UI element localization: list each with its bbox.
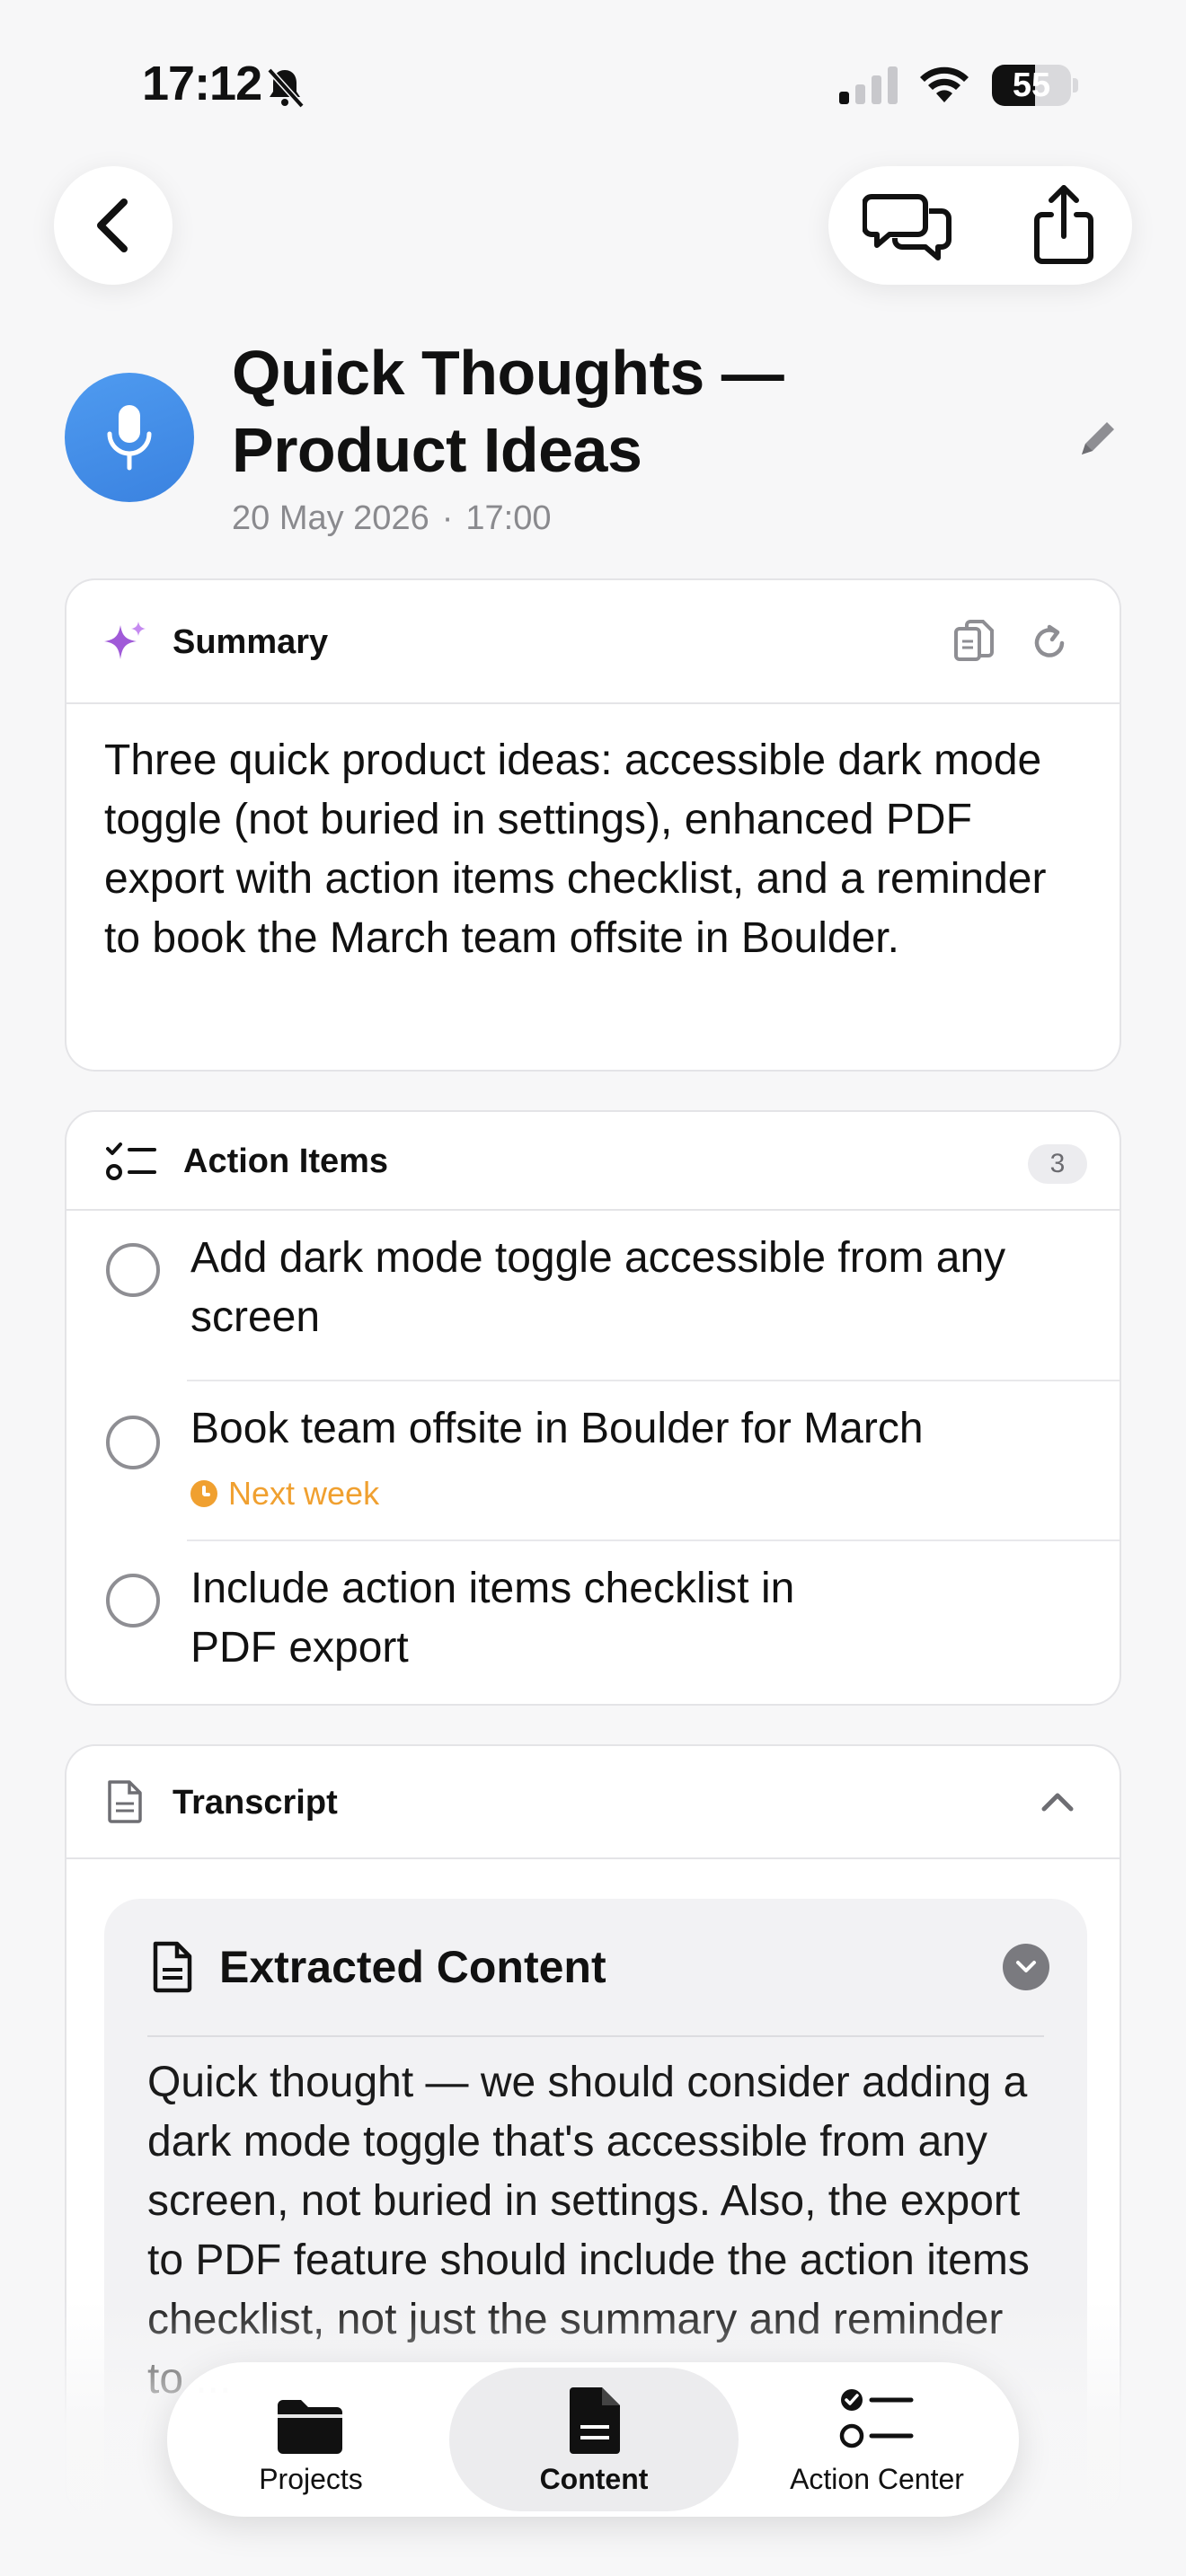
action-items-title: Action Items bbox=[183, 1142, 389, 1180]
checklist-icon bbox=[106, 1142, 156, 1180]
summary-header: Summary bbox=[66, 580, 1120, 704]
meta-separator: · bbox=[441, 499, 454, 537]
checkbox[interactable] bbox=[106, 1416, 160, 1469]
action-item-text: Book team offsite in Boulder for March bbox=[190, 1405, 924, 1452]
summary-title: Summary bbox=[173, 623, 329, 661]
wifi-icon bbox=[920, 66, 969, 102]
sparkles-icon bbox=[104, 622, 146, 659]
action-item[interactable]: Book team offsite in Boulder for March N… bbox=[66, 1381, 1120, 1541]
document-icon bbox=[108, 1780, 142, 1823]
status-bar: 17:12 55 bbox=[0, 0, 1186, 171]
recording-avatar bbox=[65, 373, 194, 502]
header-actions bbox=[828, 166, 1132, 285]
document-icon bbox=[570, 2387, 620, 2454]
page-title-line2: Product Ideas bbox=[232, 415, 642, 485]
collapse-button[interactable] bbox=[1003, 1944, 1049, 1990]
tab-bar: Projects Content Action Center bbox=[167, 2362, 1019, 2517]
action-item-text: Add dark mode toggle accessible from any… bbox=[190, 1234, 1006, 1341]
action-items-header: Action Items 3 bbox=[66, 1112, 1120, 1211]
checkbox[interactable] bbox=[106, 1574, 160, 1628]
action-items-count: 3 bbox=[1028, 1144, 1087, 1184]
folder-icon bbox=[278, 2400, 342, 2454]
due-badge: Next week bbox=[190, 1475, 379, 1513]
summary-text: Three quick product ideas: accessible da… bbox=[104, 737, 1047, 962]
tab-label: Content bbox=[539, 2463, 649, 2495]
document-icon bbox=[153, 1941, 192, 1993]
cellular-signal-icon bbox=[839, 66, 898, 104]
recording-meta: 20 May 2026 · 17:00 bbox=[232, 499, 551, 538]
clock-icon bbox=[190, 1480, 217, 1507]
action-item[interactable]: Include action items checklist in PDF ex… bbox=[66, 1541, 1120, 1704]
extracted-content-header[interactable]: Extracted Content bbox=[104, 1899, 1087, 2035]
battery-level: 55 bbox=[1012, 66, 1051, 104]
action-items-card: Action Items 3 Add dark mode toggle acce… bbox=[65, 1110, 1121, 1706]
chevron-down-icon bbox=[1016, 1961, 1036, 1972]
tab-action-center[interactable]: Action Center bbox=[751, 2362, 1003, 2517]
extracted-content-title: Extracted Content bbox=[219, 1942, 606, 1992]
page-title-line1: Quick Thoughts — bbox=[232, 338, 784, 408]
recording-time: 17:00 bbox=[465, 499, 552, 537]
transcript-header[interactable]: Transcript bbox=[66, 1746, 1120, 1859]
status-time: 17:12 bbox=[142, 57, 262, 110]
chevron-up-icon[interactable] bbox=[1037, 1786, 1078, 1818]
back-button[interactable] bbox=[54, 166, 173, 285]
pencil-icon[interactable] bbox=[1075, 415, 1121, 462]
recording-date: 20 May 2026 bbox=[232, 499, 429, 537]
divider bbox=[147, 2035, 1044, 2037]
refresh-icon[interactable] bbox=[1030, 622, 1071, 663]
due-label: Next week bbox=[228, 1475, 380, 1512]
transcript-title: Transcript bbox=[173, 1784, 338, 1822]
chevron-left-icon bbox=[97, 198, 128, 252]
page-title: Quick Thoughts — Product Ideas bbox=[232, 334, 915, 489]
tab-label: Action Center bbox=[790, 2463, 964, 2495]
action-item[interactable]: Add dark mode toggle accessible from any… bbox=[66, 1211, 1120, 1381]
chat-bubbles-icon[interactable] bbox=[863, 191, 952, 261]
tab-projects[interactable]: Projects bbox=[185, 2362, 437, 2517]
checklist-icon bbox=[839, 2389, 914, 2448]
checkbox[interactable] bbox=[106, 1243, 160, 1297]
battery-icon: 55 bbox=[992, 65, 1078, 106]
microphone-icon bbox=[107, 405, 152, 471]
tab-content[interactable]: Content bbox=[449, 2368, 739, 2511]
bell-off-icon bbox=[267, 67, 305, 109]
summary-card: Summary Three quick product ideas: acces… bbox=[65, 578, 1121, 1072]
action-item-text: Include action items checklist in PDF ex… bbox=[190, 1565, 795, 1672]
share-icon[interactable] bbox=[1028, 182, 1100, 267]
tab-label: Projects bbox=[259, 2463, 363, 2495]
copy-icon[interactable] bbox=[952, 618, 996, 665]
